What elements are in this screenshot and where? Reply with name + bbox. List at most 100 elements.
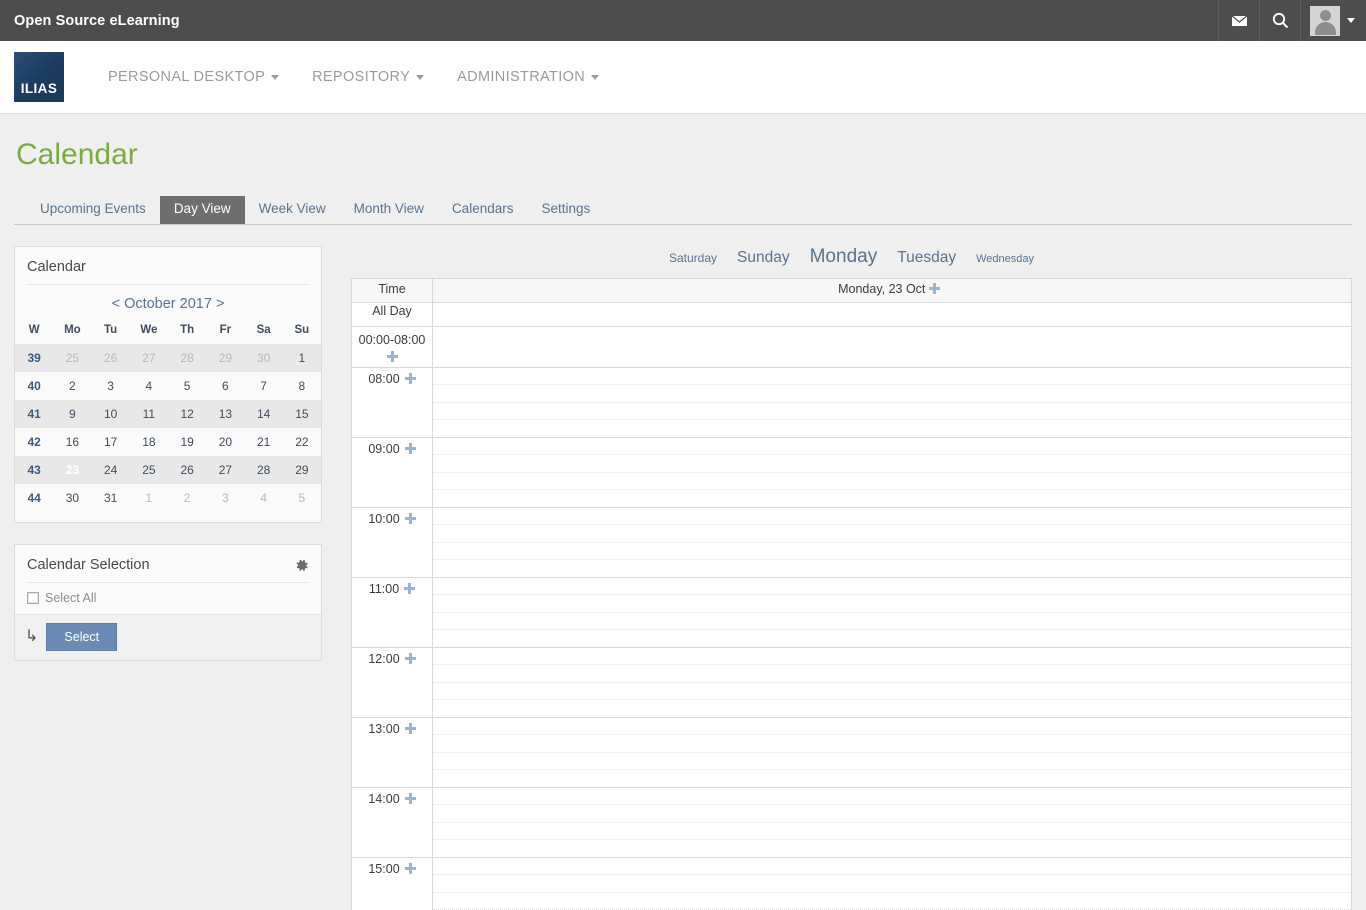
nav-item-personal-desktop[interactable]: PERSONAL DESKTOP: [108, 69, 279, 85]
quarter-hour-slot[interactable]: [433, 648, 1351, 665]
user-menu-button[interactable]: [1300, 0, 1366, 41]
mini-calendar-day[interactable]: 10: [92, 400, 130, 428]
mini-calendar-day[interactable]: 2: [53, 372, 91, 400]
quarter-hour-slot[interactable]: [433, 840, 1351, 857]
day-nav-saturday[interactable]: Saturday: [669, 251, 717, 265]
mini-calendar-day[interactable]: 28: [168, 344, 206, 372]
mini-calendar-day[interactable]: 24: [92, 456, 130, 484]
mini-calendar-day[interactable]: 20: [206, 428, 244, 456]
mini-calendar-day[interactable]: 25: [53, 344, 91, 372]
add-event-day-icon[interactable]: [929, 283, 940, 294]
mini-calendar-day[interactable]: 4: [245, 484, 283, 512]
week-number-link[interactable]: 44: [15, 484, 53, 512]
mini-calendar-day[interactable]: 7: [245, 372, 283, 400]
hour-event-cell[interactable]: [433, 858, 1352, 910]
quarter-hour-slot[interactable]: [433, 718, 1351, 735]
add-event-hour-icon[interactable]: [405, 373, 416, 384]
quarter-hour-slot[interactable]: [433, 700, 1351, 717]
quarter-hour-slot[interactable]: [433, 473, 1351, 490]
tab-upcoming-events[interactable]: Upcoming Events: [26, 196, 160, 224]
hour-event-cell[interactable]: [433, 368, 1352, 438]
quarter-hour-slot[interactable]: [433, 543, 1351, 560]
mini-calendar-day[interactable]: 5: [168, 372, 206, 400]
quarter-hour-slot[interactable]: [433, 578, 1351, 595]
quarter-hour-slot[interactable]: [433, 403, 1351, 420]
mini-calendar-day[interactable]: 17: [92, 428, 130, 456]
night-block-event-cell[interactable]: [433, 327, 1352, 368]
quarter-hour-slot[interactable]: [433, 875, 1351, 892]
mini-calendar-day-selected[interactable]: 23: [53, 456, 91, 484]
mini-calendar-day[interactable]: 13: [206, 400, 244, 428]
mini-calendar-day[interactable]: 11: [130, 400, 168, 428]
mini-calendar-day[interactable]: 27: [130, 344, 168, 372]
add-event-hour-icon[interactable]: [405, 513, 416, 524]
quarter-hour-slot[interactable]: [433, 735, 1351, 752]
quarter-hour-slot[interactable]: [433, 788, 1351, 805]
mini-calendar-day[interactable]: 21: [245, 428, 283, 456]
quarter-hour-slot[interactable]: [433, 525, 1351, 542]
mini-calendar-day[interactable]: 6: [206, 372, 244, 400]
ilias-logo[interactable]: ILIAS: [14, 52, 64, 102]
add-event-hour-icon[interactable]: [405, 863, 416, 874]
add-event-night-icon[interactable]: [387, 351, 398, 362]
select-button[interactable]: Select: [46, 623, 117, 651]
mini-calendar-day[interactable]: 22: [283, 428, 321, 456]
mini-calendar-day[interactable]: 26: [168, 456, 206, 484]
hour-event-cell[interactable]: [433, 508, 1352, 578]
hour-event-cell[interactable]: [433, 718, 1352, 788]
tab-month-view[interactable]: Month View: [340, 196, 438, 224]
add-event-hour-icon[interactable]: [405, 793, 416, 804]
mini-calendar-day[interactable]: 30: [245, 344, 283, 372]
mail-button[interactable]: [1218, 0, 1259, 41]
mini-calendar-day[interactable]: 3: [206, 484, 244, 512]
gear-icon[interactable]: [294, 558, 309, 573]
mini-calendar-day[interactable]: 4: [130, 372, 168, 400]
day-nav-tuesday[interactable]: Tuesday: [897, 249, 956, 267]
quarter-hour-slot[interactable]: [433, 508, 1351, 525]
mini-calendar-day[interactable]: 2: [168, 484, 206, 512]
tab-calendars[interactable]: Calendars: [438, 196, 528, 224]
mini-calendar-day[interactable]: 9: [53, 400, 91, 428]
mini-calendar-day[interactable]: 14: [245, 400, 283, 428]
week-number-link[interactable]: 43: [15, 456, 53, 484]
quarter-hour-slot[interactable]: [433, 560, 1351, 577]
mini-calendar-day[interactable]: 31: [92, 484, 130, 512]
add-event-hour-icon[interactable]: [405, 723, 416, 734]
quarter-hour-slot[interactable]: [433, 438, 1351, 455]
quarter-hour-slot[interactable]: [433, 455, 1351, 472]
day-nav-sunday[interactable]: Sunday: [737, 249, 790, 267]
mini-calendar-day[interactable]: 26: [92, 344, 130, 372]
quarter-hour-slot[interactable]: [433, 613, 1351, 630]
quarter-hour-slot[interactable]: [433, 595, 1351, 612]
mini-calendar-day[interactable]: 27: [206, 456, 244, 484]
mini-calendar-day[interactable]: 1: [130, 484, 168, 512]
mini-calendar-day[interactable]: 5: [283, 484, 321, 512]
tab-settings[interactable]: Settings: [527, 196, 604, 224]
search-button[interactable]: [1259, 0, 1300, 41]
mini-calendar-day[interactable]: 18: [130, 428, 168, 456]
quarter-hour-slot[interactable]: [433, 630, 1351, 647]
mini-calendar-day[interactable]: 25: [130, 456, 168, 484]
mini-calendar-day[interactable]: 28: [245, 456, 283, 484]
mini-calendar-day[interactable]: 3: [92, 372, 130, 400]
quarter-hour-slot[interactable]: [433, 665, 1351, 682]
week-number-link[interactable]: 42: [15, 428, 53, 456]
mini-calendar-day[interactable]: 8: [283, 372, 321, 400]
day-nav-wednesday[interactable]: Wednesday: [976, 253, 1034, 265]
mini-calendar-day[interactable]: 15: [283, 400, 321, 428]
nav-item-repository[interactable]: REPOSITORY: [312, 69, 424, 85]
add-event-hour-icon[interactable]: [404, 583, 415, 594]
hour-event-cell[interactable]: [433, 438, 1352, 508]
week-number-link[interactable]: 40: [15, 372, 53, 400]
add-event-hour-icon[interactable]: [405, 443, 416, 454]
mini-calendar-day[interactable]: 29: [206, 344, 244, 372]
hour-event-cell[interactable]: [433, 648, 1352, 718]
week-number-link[interactable]: 39: [15, 344, 53, 372]
day-nav-monday[interactable]: Monday: [810, 246, 878, 268]
tab-day-view[interactable]: Day View: [160, 196, 245, 224]
quarter-hour-slot[interactable]: [433, 420, 1351, 437]
mini-calendar-day[interactable]: 19: [168, 428, 206, 456]
mini-calendar-day[interactable]: 1: [283, 344, 321, 372]
week-number-link[interactable]: 41: [15, 400, 53, 428]
next-month-button[interactable]: >: [216, 296, 224, 312]
